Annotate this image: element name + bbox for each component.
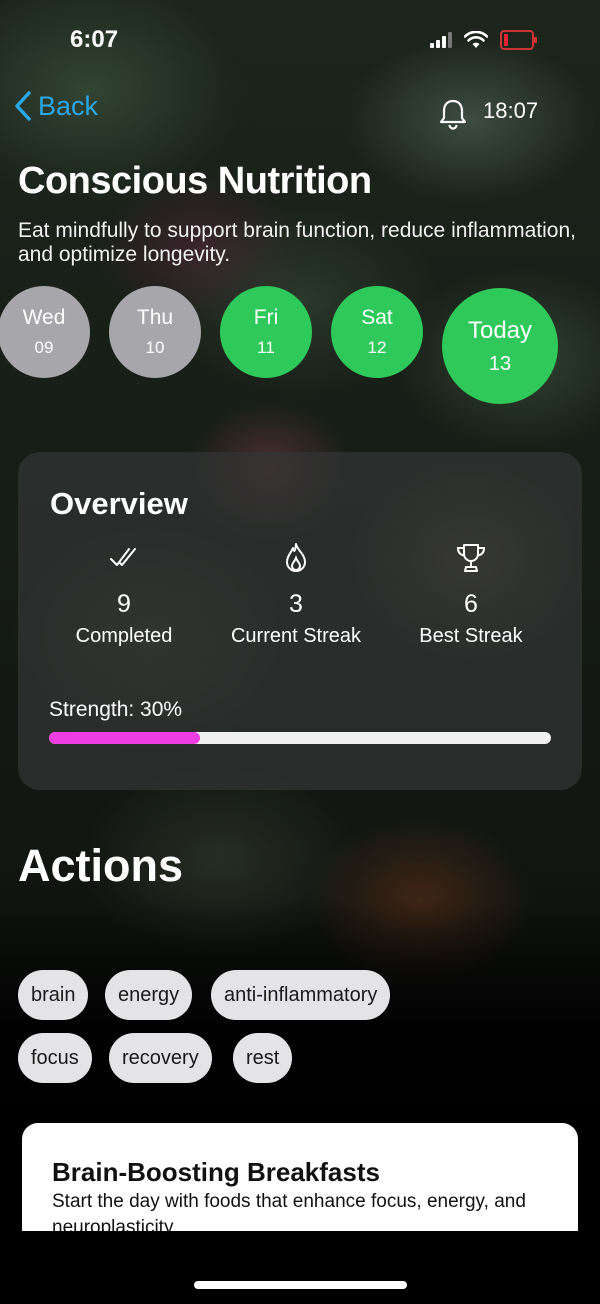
tag-focus[interactable]: focus: [18, 1033, 92, 1083]
day-name: Today: [467, 316, 533, 344]
day-wed[interactable]: Wed 09: [0, 286, 90, 378]
actions-title: Actions: [18, 840, 184, 891]
bottom-bar: [0, 1231, 600, 1304]
strength-progress-fill: [49, 732, 200, 744]
trophy-icon: [456, 544, 486, 572]
stat-label: Current Streak: [230, 625, 362, 647]
overview-card: Overview 9 Completed 3 Current Streak 6 …: [18, 452, 582, 790]
signal-icon: [430, 32, 452, 48]
day-today[interactable]: Today 13: [442, 288, 558, 404]
chevron-left-icon: [15, 91, 31, 121]
stat-value: 3: [289, 590, 303, 618]
overview-title: Overview: [50, 486, 188, 521]
stat-best-streak: 6 Best Streak: [386, 542, 556, 648]
day-number: 13: [488, 352, 512, 375]
stat-label: Best Streak: [419, 625, 523, 647]
home-indicator[interactable]: [194, 1281, 407, 1289]
wifi-icon: [464, 31, 488, 48]
stat-value: 9: [117, 590, 131, 618]
stat-value: 6: [464, 590, 478, 618]
double-check-icon: [110, 548, 136, 566]
tag-energy[interactable]: energy: [105, 970, 193, 1020]
day-number: 09: [34, 338, 54, 357]
tag-anti-inflammatory[interactable]: anti-inflammatory: [211, 970, 391, 1020]
stat-completed: 9 Completed: [39, 542, 209, 648]
day-name: Fri: [253, 306, 279, 329]
tag-brain[interactable]: brain: [18, 970, 89, 1020]
day-number: 12: [367, 338, 387, 357]
day-fri[interactable]: Fri 11: [220, 286, 312, 378]
back-button[interactable]: Back: [14, 90, 98, 122]
tag-rest[interactable]: rest: [233, 1033, 293, 1083]
status-time: 6:07: [70, 26, 119, 53]
flame-icon: [286, 543, 306, 572]
page-title: Conscious Nutrition: [18, 160, 372, 202]
stat-current-streak: 3 Current Streak: [211, 542, 381, 648]
day-thu[interactable]: Thu 10: [109, 286, 201, 378]
stat-label: Completed: [75, 625, 173, 647]
day-sat[interactable]: Sat 12: [331, 286, 423, 378]
battery-icon: [500, 30, 537, 50]
action-card-title: Brain-Boosting Breakfasts: [52, 1157, 380, 1187]
day-number: 10: [145, 338, 165, 357]
day-number: 11: [257, 338, 275, 357]
page-subtitle: Eat mindfully to support brain function,…: [18, 219, 576, 266]
day-name: Wed: [22, 306, 66, 329]
status-icons: [430, 30, 537, 50]
tag-recovery[interactable]: recovery: [109, 1033, 212, 1083]
back-label: Back: [38, 90, 99, 121]
nav-time: 18:07: [483, 98, 539, 123]
notifications-button[interactable]: [438, 98, 468, 135]
day-name: Thu: [136, 306, 174, 329]
strength-progress-bar: [49, 732, 551, 744]
bell-icon: [439, 99, 467, 130]
day-name: Sat: [361, 306, 393, 329]
strength-label: Strength: 30%: [49, 698, 183, 721]
